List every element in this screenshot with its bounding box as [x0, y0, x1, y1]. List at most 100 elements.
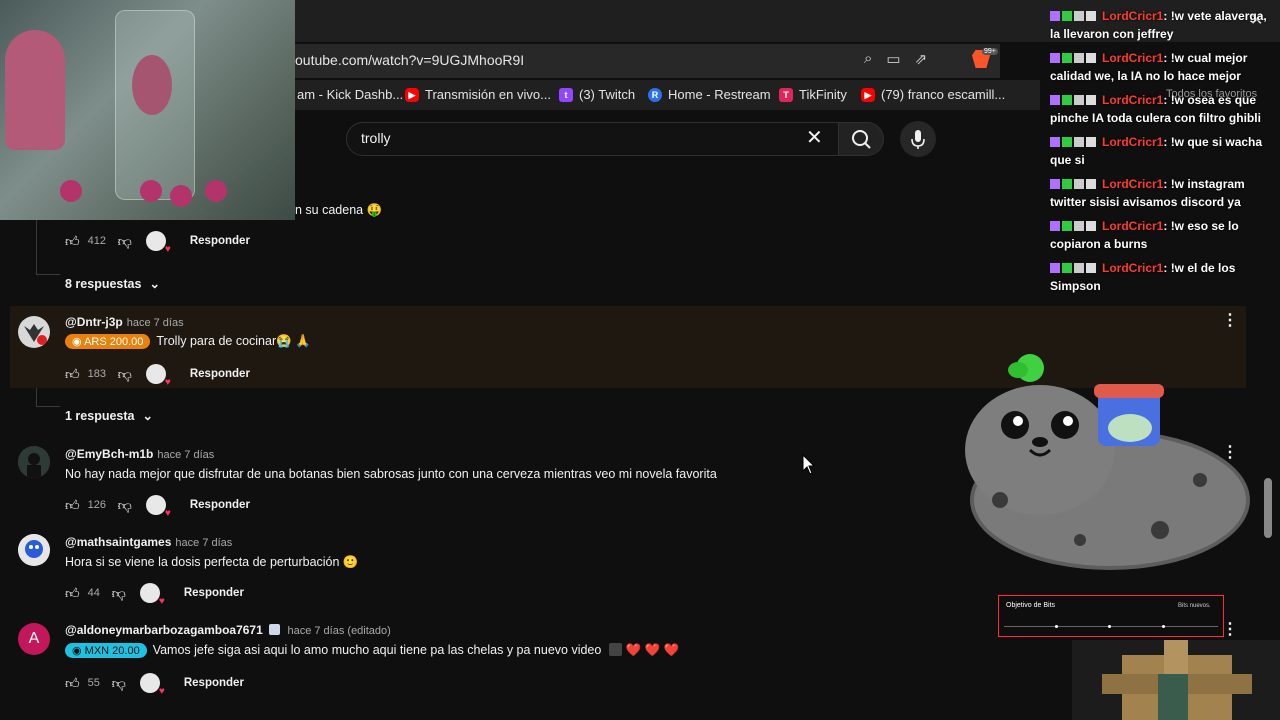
bits-goal-marker: [1108, 625, 1111, 628]
more-options-icon[interactable]: ⋮: [1222, 622, 1238, 638]
search-query[interactable]: trolly: [361, 130, 391, 146]
chat-username: LordCricr1: [1102, 9, 1164, 23]
author-handle[interactable]: @Dntr-j3p: [65, 315, 123, 329]
bookmark-label: (3) Twitch: [579, 87, 636, 102]
reply-button[interactable]: Responder: [190, 368, 250, 380]
replies-toggle[interactable]: 1 respuesta ⌄: [65, 408, 153, 424]
dislike-icon[interactable]: 👎︎: [112, 675, 126, 692]
comment-author[interactable]: @Dntr-j3p hace 7 días: [65, 315, 184, 329]
url-text[interactable]: outube.com/watch?v=9UGJMhooR9I: [295, 52, 524, 68]
brave-badge: 99+: [982, 48, 998, 55]
chat-username: LordCricr1: [1102, 93, 1164, 107]
search-input[interactable]: [346, 122, 840, 156]
bookmark-label: TikFinity: [799, 87, 847, 102]
comment-text: Trolly para de cocinar😭 🙏: [156, 334, 311, 348]
comment-body: ◉ MXN 20.00 Vamos jefe siga asi aqui lo a…: [65, 643, 679, 658]
chat-message: LordCricr1: !w vete alaverga, la llevaro…: [1050, 7, 1274, 43]
mouse-cursor-icon: [802, 454, 816, 475]
like-icon[interactable]: 👍︎: [65, 585, 80, 602]
bits-goal-track: [1004, 626, 1218, 627]
bits-goal-title: Objetivo de Bits: [1006, 602, 1056, 609]
reply-button[interactable]: Responder: [184, 587, 244, 599]
chevron-down-icon: ⌄: [149, 277, 160, 291]
chat-username: LordCricr1: [1102, 219, 1164, 233]
chat-badges-icon: [1050, 175, 1098, 193]
page-scrollbar[interactable]: [1264, 478, 1272, 538]
avatar[interactable]: [18, 534, 50, 566]
tikfinity-icon: T: [779, 87, 793, 102]
comment-text: Vamos jefe siga asi aqui lo amo mucho aq…: [152, 643, 602, 657]
comment-time: hace 7 días: [126, 317, 184, 329]
creator-heart-avatar: [145, 495, 171, 519]
microphone-icon: [911, 130, 925, 149]
super-thanks-amount: ARS 200.00: [84, 336, 144, 348]
comment-author[interactable]: @mathsaintgames hace 7 días: [65, 535, 232, 549]
restream-icon: R: [648, 87, 662, 102]
author-handle[interactable]: @EmyBch-m1b: [65, 447, 153, 461]
toy-image: [60, 180, 82, 202]
comment-author[interactable]: @aldoneymarbarbozagamboa7671 hace 7 días…: [65, 623, 391, 637]
chat-message: LordCricr1: !w instagram twitter sisisi …: [1050, 175, 1274, 211]
chat-message: LordCricr1: !w que si wacha que si: [1050, 133, 1274, 169]
hearts-emoji: ❤️ ❤️ ❤️: [625, 643, 680, 657]
youtube-icon: ▶: [861, 87, 875, 102]
webcam-overlay: [0, 0, 295, 220]
like-icon[interactable]: 👍︎: [65, 233, 80, 250]
comment-time: hace 7 días: [175, 537, 233, 549]
super-thanks-chip: ◉ MXN 20.00: [65, 643, 147, 658]
thread-line: [36, 406, 60, 407]
comment-text: Hora si se viene la dosis perfecta de pe…: [65, 555, 359, 569]
reply-button[interactable]: Responder: [184, 677, 244, 689]
bookmark-twitch[interactable]: t (3) Twitch: [559, 87, 635, 102]
chat-badges-icon: [1050, 259, 1098, 277]
like-count: 126: [87, 499, 106, 511]
author-handle[interactable]: @aldoneymarbarbozagamboa7671: [65, 623, 263, 637]
like-icon[interactable]: 👍︎: [65, 675, 80, 692]
game-scene-image: [1102, 640, 1252, 720]
dislike-icon[interactable]: 👎︎: [112, 585, 126, 602]
super-thanks-amount: MXN 20.00: [84, 645, 140, 657]
bookmark-kick[interactable]: am - Kick Dashb...: [297, 87, 403, 102]
replies-label: 8 respuestas: [65, 276, 142, 291]
super-thanks-icon: ◉: [72, 336, 85, 348]
thread-line: [36, 388, 37, 406]
reply-button[interactable]: Responder: [190, 235, 250, 247]
bookmark-label: Transmisión en vivo...: [425, 87, 551, 102]
dislike-icon[interactable]: 👎︎: [118, 366, 132, 383]
cast-icon[interactable]: ▭: [886, 50, 900, 68]
close-icon[interactable]: ✕: [806, 128, 823, 148]
thread-line: [36, 274, 60, 275]
share-icon[interactable]: ⇗: [915, 50, 928, 68]
bookmark-youtube-live[interactable]: ▶ Transmisión en vivo...: [405, 87, 551, 102]
creator-heart-avatar: [139, 673, 165, 697]
like-count: 183: [87, 368, 106, 380]
avatar[interactable]: [18, 316, 50, 348]
bookmark-tikfinity[interactable]: T TikFinity: [779, 87, 847, 102]
zoom-icon[interactable]: ⌕: [864, 50, 872, 68]
chat-badges-icon: [1050, 217, 1098, 235]
chevron-down-icon: ⌄: [142, 409, 153, 423]
avatar[interactable]: A: [18, 623, 50, 655]
search-button[interactable]: [838, 122, 884, 156]
more-options-icon[interactable]: ⋮: [1222, 313, 1238, 329]
avatar[interactable]: [18, 446, 50, 478]
bits-goal-marker: [1055, 625, 1058, 628]
bookmark-youtube-franco[interactable]: ▶ (79) franco escamill...: [861, 87, 1005, 102]
beer-emoji-icon: [608, 643, 622, 656]
comment-actions: 👍︎ 126 👎︎ Responder: [65, 495, 250, 519]
dislike-icon[interactable]: 👎︎: [118, 497, 132, 514]
like-icon[interactable]: 👍︎: [65, 366, 80, 383]
replies-toggle[interactable]: 8 respuestas ⌄: [65, 276, 160, 292]
comment-author[interactable]: @EmyBch-m1b hace 7 días: [65, 447, 214, 461]
super-thanks-chip: ◉ ARS 200.00: [65, 334, 151, 349]
like-icon[interactable]: 👍︎: [65, 497, 80, 514]
author-handle[interactable]: @mathsaintgames: [65, 535, 171, 549]
bookmark-restream[interactable]: R Home - Restream: [648, 87, 771, 102]
reply-button[interactable]: Responder: [190, 499, 250, 511]
comment-time: hace 7 días (editado): [287, 625, 391, 637]
screen: outube.com/watch?v=9UGJMhooR9I ⌕ ▭ ⇗ 99+…: [0, 0, 1280, 720]
voice-search-button[interactable]: [900, 121, 936, 157]
chat-username: LordCricr1: [1102, 135, 1164, 149]
search-icon: [852, 130, 871, 149]
dislike-icon[interactable]: 👎︎: [118, 233, 132, 250]
